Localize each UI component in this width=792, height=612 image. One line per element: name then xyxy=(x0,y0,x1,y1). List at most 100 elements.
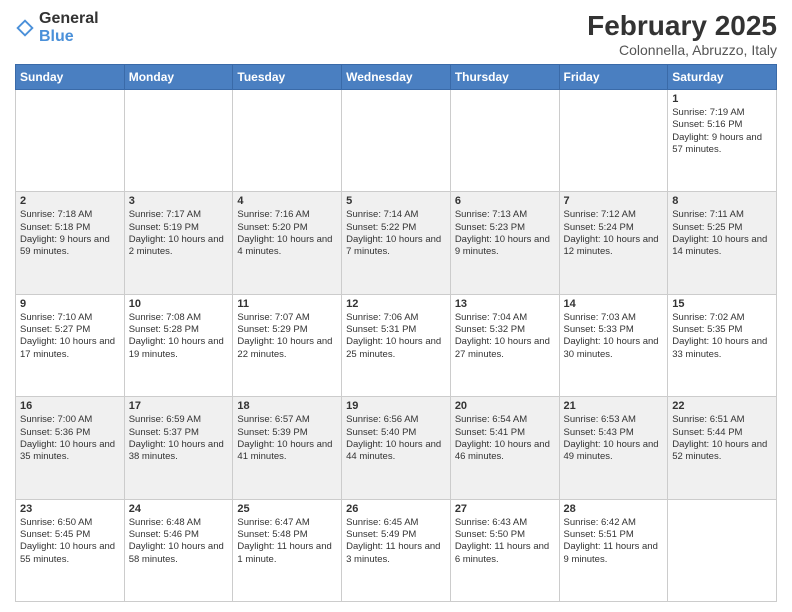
day-number: 24 xyxy=(129,503,229,515)
cell-info: Daylight: 10 hours and 55 minutes. xyxy=(20,541,120,566)
cell-info: Daylight: 10 hours and 41 minutes. xyxy=(237,439,337,464)
location: Colonnella, Abruzzo, Italy xyxy=(587,42,777,58)
cell-info: Sunrise: 7:08 AM xyxy=(129,312,229,324)
week-row-5: 23Sunrise: 6:50 AMSunset: 5:45 PMDayligh… xyxy=(16,499,777,601)
day-number: 10 xyxy=(129,298,229,310)
day-number: 13 xyxy=(455,298,555,310)
month-year: February 2025 xyxy=(587,10,777,42)
cell-info: Daylight: 10 hours and 17 minutes. xyxy=(20,336,120,361)
cell-info: Sunset: 5:20 PM xyxy=(237,222,337,234)
calendar-cell: 6Sunrise: 7:13 AMSunset: 5:23 PMDaylight… xyxy=(450,192,559,294)
cell-info: Sunset: 5:29 PM xyxy=(237,324,337,336)
day-number: 4 xyxy=(237,195,337,207)
cell-info: Daylight: 10 hours and 19 minutes. xyxy=(129,336,229,361)
cell-info: Sunset: 5:37 PM xyxy=(129,427,229,439)
day-number: 7 xyxy=(564,195,664,207)
cell-info: Sunset: 5:32 PM xyxy=(455,324,555,336)
cell-info: Sunrise: 7:16 AM xyxy=(237,209,337,221)
cell-info: Sunrise: 6:43 AM xyxy=(455,517,555,529)
week-row-1: 1Sunrise: 7:19 AMSunset: 5:16 PMDaylight… xyxy=(16,90,777,192)
calendar-cell: 22Sunrise: 6:51 AMSunset: 5:44 PMDayligh… xyxy=(668,397,777,499)
cell-info: Sunset: 5:45 PM xyxy=(20,529,120,541)
cell-info: Sunrise: 6:47 AM xyxy=(237,517,337,529)
logo-icon xyxy=(15,18,35,38)
day-number: 12 xyxy=(346,298,446,310)
day-number: 8 xyxy=(672,195,772,207)
cell-info: Sunset: 5:24 PM xyxy=(564,222,664,234)
calendar-cell: 16Sunrise: 7:00 AMSunset: 5:36 PMDayligh… xyxy=(16,397,125,499)
calendar-cell xyxy=(559,90,668,192)
week-row-3: 9Sunrise: 7:10 AMSunset: 5:27 PMDaylight… xyxy=(16,294,777,396)
calendar-cell: 21Sunrise: 6:53 AMSunset: 5:43 PMDayligh… xyxy=(559,397,668,499)
cell-info: Daylight: 10 hours and 52 minutes. xyxy=(672,439,772,464)
cell-info: Sunset: 5:36 PM xyxy=(20,427,120,439)
calendar-cell: 13 Sunrise: 7:04 AMSunset: 5:32 PMDayligh… xyxy=(450,294,559,396)
cell-info: Daylight: 10 hours and 2 minutes. xyxy=(129,234,229,259)
calendar-cell xyxy=(450,90,559,192)
cell-info: Sunrise: 6:54 AM xyxy=(455,414,555,426)
logo: General Blue xyxy=(15,10,99,46)
cell-info: Daylight: 10 hours and 25 minutes. xyxy=(346,336,446,361)
cell-info: Sunrise: 7:00 AM xyxy=(20,414,120,426)
day-number: 22 xyxy=(672,400,772,412)
cell-info: Sunset: 5:23 PM xyxy=(455,222,555,234)
calendar-cell: 14Sunrise: 7:03 AMSunset: 5:33 PMDayligh… xyxy=(559,294,668,396)
cell-info: Daylight: 10 hours and 46 minutes. xyxy=(455,439,555,464)
calendar-cell: 9Sunrise: 7:10 AMSunset: 5:27 PMDaylight… xyxy=(16,294,125,396)
cell-info: Daylight: 10 hours and 12 minutes. xyxy=(564,234,664,259)
weekday-header-sunday: Sunday xyxy=(16,65,125,90)
cell-info: Daylight: 10 hours and 35 minutes. xyxy=(20,439,120,464)
cell-info: Daylight: 10 hours and 22 minutes. xyxy=(237,336,337,361)
cell-info: Sunset: 5:39 PM xyxy=(237,427,337,439)
day-number: 14 xyxy=(564,298,664,310)
cell-info: Daylight: 10 hours and 7 minutes. xyxy=(346,234,446,259)
weekday-header-thursday: Thursday xyxy=(450,65,559,90)
day-number: 1 xyxy=(672,93,772,105)
cell-info: Sunrise: 6:56 AM xyxy=(346,414,446,426)
calendar-cell: 10Sunrise: 7:08 AMSunset: 5:28 PMDayligh… xyxy=(124,294,233,396)
weekday-header-tuesday: Tuesday xyxy=(233,65,342,90)
cell-info: Sunrise: 6:48 AM xyxy=(129,517,229,529)
calendar-cell xyxy=(233,90,342,192)
calendar-cell: 2Sunrise: 7:18 AMSunset: 5:18 PMDaylight… xyxy=(16,192,125,294)
calendar-cell: 24Sunrise: 6:48 AMSunset: 5:46 PMDayligh… xyxy=(124,499,233,601)
weekday-header-monday: Monday xyxy=(124,65,233,90)
calendar-cell: 11 Sunrise: 7:07 AMSunset: 5:29 PMDayligh… xyxy=(233,294,342,396)
cell-info: Sunset: 5:48 PM xyxy=(237,529,337,541)
day-number: 11 xyxy=(237,298,337,310)
cell-info: Sunrise: 7:10 AM xyxy=(20,312,120,324)
cell-info: Sunset: 5:51 PM xyxy=(564,529,664,541)
day-number: 26 xyxy=(346,503,446,515)
cell-info: Daylight: 11 hours and 1 minute. xyxy=(237,541,337,566)
day-number: 28 xyxy=(564,503,664,515)
cell-info: Daylight: 10 hours and 4 minutes. xyxy=(237,234,337,259)
cell-info: Sunrise: 6:42 AM xyxy=(564,517,664,529)
cell-info: Sunrise: 7:11 AM xyxy=(672,209,772,221)
cell-info: Sunrise: 7:12 AM xyxy=(564,209,664,221)
cell-info: Daylight: 11 hours and 3 minutes. xyxy=(346,541,446,566)
cell-info: Sunrise: 7:14 AM xyxy=(346,209,446,221)
calendar-cell: 4 Sunrise: 7:16 AMSunset: 5:20 PMDaylight… xyxy=(233,192,342,294)
cell-info: Sunset: 5:46 PM xyxy=(129,529,229,541)
calendar-cell: 28Sunrise: 6:42 AMSunset: 5:51 PMDayligh… xyxy=(559,499,668,601)
cell-info: Daylight: 10 hours and 44 minutes. xyxy=(346,439,446,464)
cell-info: Sunset: 5:33 PM xyxy=(564,324,664,336)
day-number: 19 xyxy=(346,400,446,412)
cell-info: Sunrise: 7:07 AM xyxy=(237,312,337,324)
cell-info: Sunrise: 7:18 AM xyxy=(20,209,120,221)
calendar-cell: 8Sunrise: 7:11 AMSunset: 5:25 PMDaylight… xyxy=(668,192,777,294)
day-number: 17 xyxy=(129,400,229,412)
cell-info: Sunrise: 6:57 AM xyxy=(237,414,337,426)
calendar-table: SundayMondayTuesdayWednesdayThursdayFrid… xyxy=(15,64,777,602)
calendar-cell: 23Sunrise: 6:50 AMSunset: 5:45 PMDayligh… xyxy=(16,499,125,601)
calendar-cell xyxy=(16,90,125,192)
week-row-2: 2Sunrise: 7:18 AMSunset: 5:18 PMDaylight… xyxy=(16,192,777,294)
cell-info: Sunset: 5:50 PM xyxy=(455,529,555,541)
calendar-cell: 26Sunrise: 6:45 AMSunset: 5:49 PMDayligh… xyxy=(342,499,451,601)
weekday-header-saturday: Saturday xyxy=(668,65,777,90)
cell-info: Sunrise: 7:19 AM xyxy=(672,107,772,119)
cell-info: Sunrise: 7:04 AM xyxy=(455,312,555,324)
calendar-cell: 12Sunrise: 7:06 AMSunset: 5:31 PMDayligh… xyxy=(342,294,451,396)
calendar-cell: 17Sunrise: 6:59 AMSunset: 5:37 PMDayligh… xyxy=(124,397,233,499)
cell-info: Daylight: 10 hours and 27 minutes. xyxy=(455,336,555,361)
